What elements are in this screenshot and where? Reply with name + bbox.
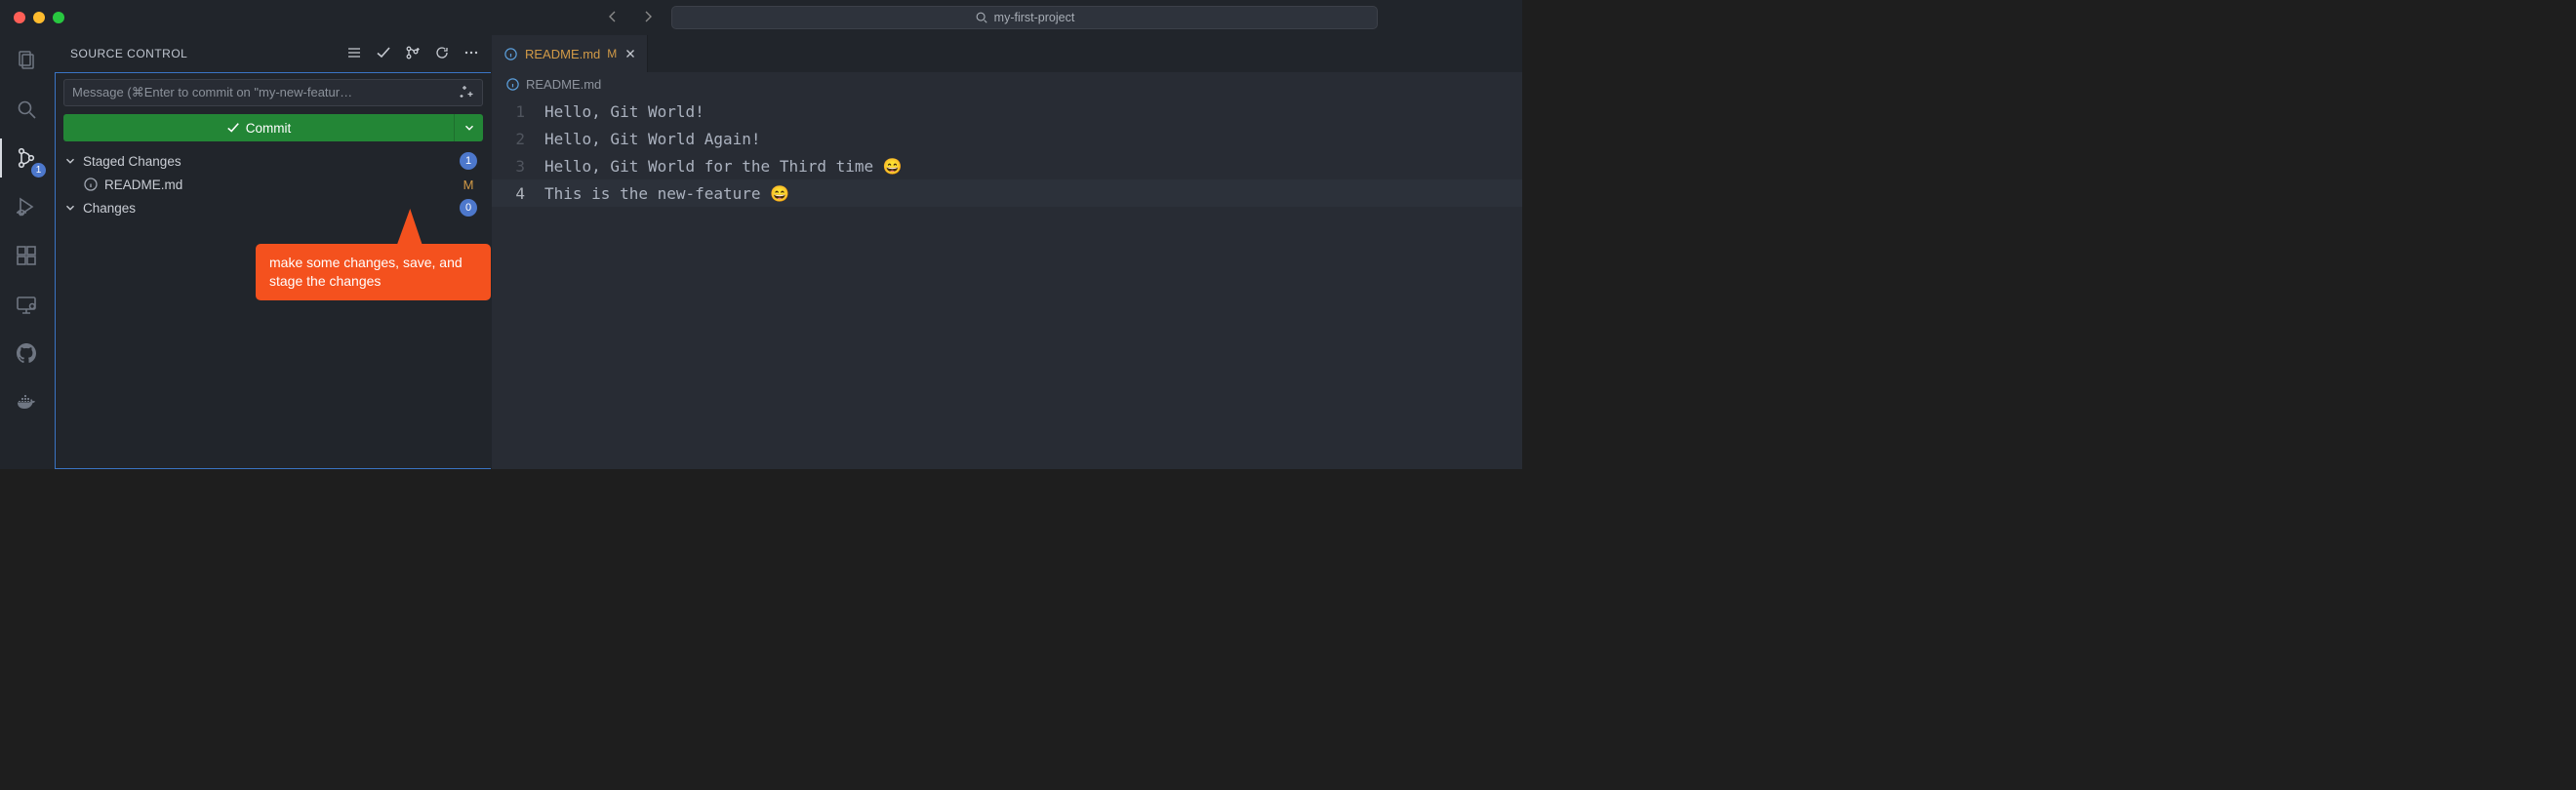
chevron-down-icon <box>63 201 77 215</box>
commit-button[interactable]: Commit <box>63 114 454 141</box>
staged-changes-group[interactable]: Staged Changes 1 <box>63 149 483 173</box>
source-control-sidebar: SOURCE CONTROL Message (⌘Enter to commit… <box>53 35 492 469</box>
breadcrumb[interactable]: README.md <box>492 72 1522 96</box>
scm-badge: 1 <box>31 163 46 178</box>
code-editor[interactable]: 1 Hello, Git World! 2 Hello, Git World A… <box>492 96 1522 207</box>
chevron-down-icon <box>463 121 476 135</box>
code-line[interactable]: 2 Hello, Git World Again! <box>492 125 1522 152</box>
nav-back-button[interactable] <box>605 9 621 27</box>
tab-filename: README.md <box>525 47 600 61</box>
activity-remote[interactable] <box>3 289 50 320</box>
info-icon <box>505 77 520 92</box>
line-number: 4 <box>492 184 544 203</box>
breadcrumb-text: README.md <box>526 77 601 92</box>
commit-message-input[interactable]: Message (⌘Enter to commit on "my-new-fea… <box>63 79 483 106</box>
commit-button-label: Commit <box>246 121 292 136</box>
activity-run-debug[interactable] <box>3 191 50 222</box>
activity-search[interactable] <box>3 94 50 125</box>
close-window-button[interactable] <box>14 12 25 23</box>
staged-changes-label: Staged Changes <box>83 154 454 169</box>
code-line[interactable]: 4 This is the new-feature 😄 <box>492 179 1522 207</box>
activity-bar: 1 <box>0 35 53 469</box>
line-number: 2 <box>492 130 544 148</box>
file-status-m: M <box>460 178 477 192</box>
staged-file-row[interactable]: README.md M <box>63 173 483 196</box>
line-text: Hello, Git World for the Third time 😄 <box>544 157 903 176</box>
sidebar-title: SOURCE CONTROL <box>70 47 187 60</box>
sidebar-header: SOURCE CONTROL <box>53 35 491 72</box>
callout-text: make some changes, save, and stage the c… <box>269 255 463 289</box>
activity-explorer[interactable] <box>3 45 50 76</box>
code-line[interactable]: 1 Hello, Git World! <box>492 98 1522 125</box>
search-text: my-first-project <box>994 11 1075 24</box>
maximize-window-button[interactable] <box>53 12 64 23</box>
search-icon <box>975 11 988 24</box>
command-center-search[interactable]: my-first-project <box>671 6 1378 29</box>
sidebar-actions <box>346 45 479 63</box>
window-controls <box>0 12 64 23</box>
nav-forward-button[interactable] <box>640 9 656 27</box>
activity-extensions[interactable] <box>3 240 50 271</box>
history-nav <box>605 9 656 27</box>
info-icon <box>503 47 518 61</box>
check-icon <box>226 121 240 135</box>
chevron-down-icon <box>63 154 77 168</box>
staged-count-badge: 1 <box>460 152 477 170</box>
close-tab-button[interactable] <box>624 47 637 60</box>
create-branch-button[interactable] <box>405 45 421 63</box>
code-line[interactable]: 3 Hello, Git World for the Third time 😄 <box>492 152 1522 179</box>
more-actions-button[interactable] <box>463 45 479 63</box>
changes-count-badge: 0 <box>460 199 477 217</box>
line-number: 1 <box>492 102 544 121</box>
activity-docker[interactable] <box>3 386 50 417</box>
tab-bar: README.md M <box>492 35 1522 72</box>
commit-button-row: Commit <box>63 114 483 141</box>
activity-github[interactable] <box>3 337 50 369</box>
info-icon <box>83 177 99 192</box>
ai-generate-icon[interactable] <box>459 84 474 102</box>
scm-panel: Message (⌘Enter to commit on "my-new-fea… <box>55 72 491 469</box>
staged-file-name: README.md <box>104 178 454 192</box>
line-text: Hello, Git World! <box>544 102 704 121</box>
commit-check-button[interactable] <box>376 45 391 63</box>
refresh-button[interactable] <box>434 45 450 63</box>
line-text: This is the new-feature 😄 <box>544 184 789 203</box>
commit-placeholder: Message (⌘Enter to commit on "my-new-fea… <box>72 85 451 100</box>
editor-area: README.md M README.md 1 Hello, Git World… <box>492 35 1522 469</box>
line-number: 3 <box>492 157 544 176</box>
changes-label: Changes <box>83 201 454 216</box>
minimize-window-button[interactable] <box>33 12 45 23</box>
annotation-callout: make some changes, save, and stage the c… <box>256 244 491 300</box>
commit-dropdown-button[interactable] <box>454 114 483 141</box>
line-text: Hello, Git World Again! <box>544 130 761 148</box>
tab-readme[interactable]: README.md M <box>492 35 648 72</box>
activity-source-control[interactable]: 1 <box>3 142 50 174</box>
titlebar: my-first-project <box>0 0 1522 35</box>
view-as-tree-button[interactable] <box>346 45 362 63</box>
tab-status: M <box>607 47 617 60</box>
